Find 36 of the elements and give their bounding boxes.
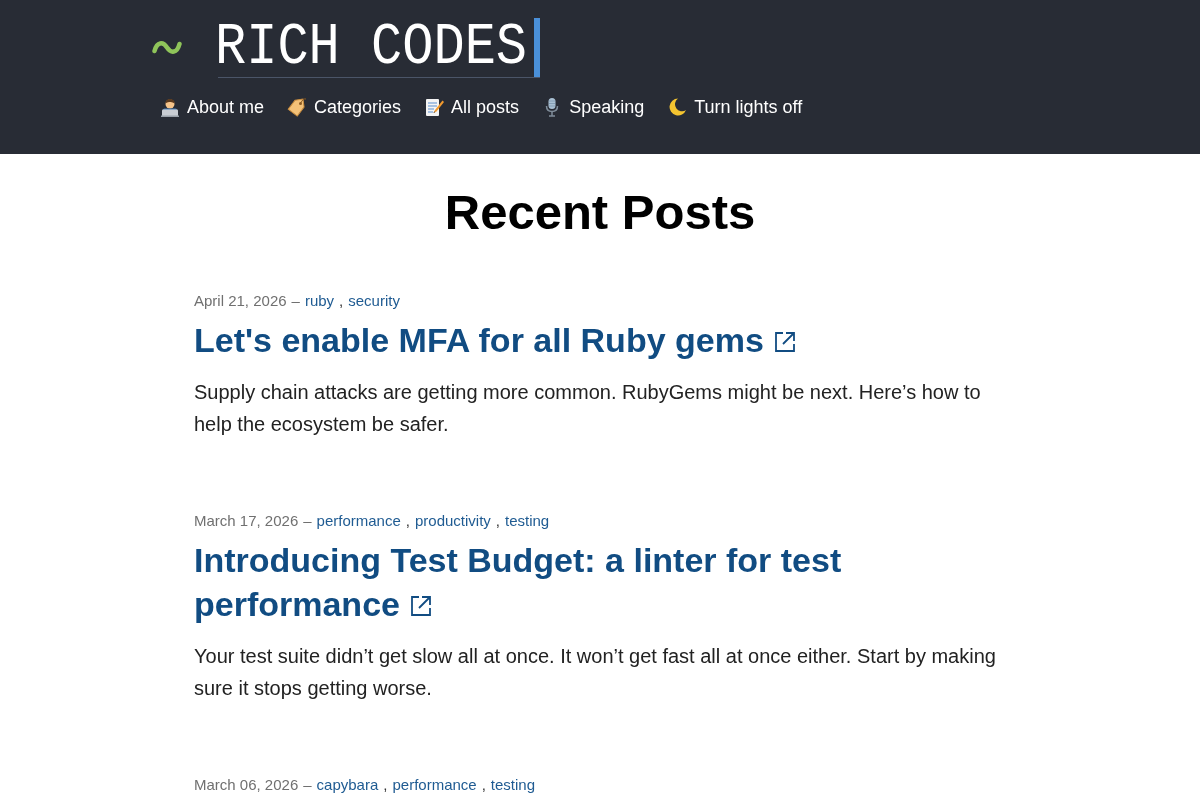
page-heading: Recent Posts — [444, 184, 756, 240]
tag-icon — [287, 97, 308, 117]
post-excerpt: Supply chain attacks are getting more common. RubyGems might be next. Here’s how to help the ecosystem be safer. — [194, 380, 982, 437]
tag-link[interactable]: performance — [316, 510, 401, 532]
tag-link[interactable]: security — [348, 290, 400, 312]
memo-pencil-icon — [424, 97, 445, 117]
date-separator: – — [303, 511, 312, 531]
post-date: April 21, 2026 — [194, 291, 287, 311]
nav-link[interactable]: Turn lights off — [667, 96, 803, 118]
tag-separator: , — [495, 511, 500, 531]
tag-link[interactable]: capybara — [316, 774, 379, 796]
tag-separator: , — [339, 291, 344, 311]
post-date: March 06, 2026 — [194, 775, 299, 795]
tag-separator: , — [383, 775, 388, 795]
tag-link[interactable]: testing — [490, 774, 536, 796]
tag-separator: , — [481, 775, 486, 795]
nav-link[interactable]: About me — [160, 96, 265, 118]
text-cursor-icon — [534, 18, 541, 77]
tag-link[interactable]: productivity — [414, 510, 491, 532]
site-title[interactable]: RICH CODES — [215, 13, 528, 82]
wave-logo-icon — [152, 39, 182, 55]
tag-link[interactable]: testing — [505, 510, 550, 532]
tag-separator: , — [405, 511, 410, 531]
crescent-moon-icon — [667, 97, 688, 117]
tag-link[interactable]: performance — [392, 774, 477, 796]
nav-link[interactable]: Speaking — [542, 96, 645, 118]
tag-link[interactable]: ruby — [304, 290, 335, 312]
post-excerpt: Your test suite didn’t get slow all at once. It won’t get fast all at once either. Start by making sure it stops getting worse. — [194, 644, 997, 701]
post-date: March 17, 2026 — [194, 511, 299, 531]
date-separator: – — [303, 775, 312, 795]
nav-link[interactable]: Categories — [287, 96, 402, 118]
nav-link[interactable]: All posts — [424, 96, 520, 118]
post-title-link[interactable]: Let's enable MFA for all Ruby gems — [194, 318, 797, 362]
post-title-link[interactable]: Introducing Test Budget: a linter for test performance — [194, 538, 864, 626]
person-laptop-icon — [160, 97, 180, 117]
date-separator: – — [291, 291, 300, 311]
